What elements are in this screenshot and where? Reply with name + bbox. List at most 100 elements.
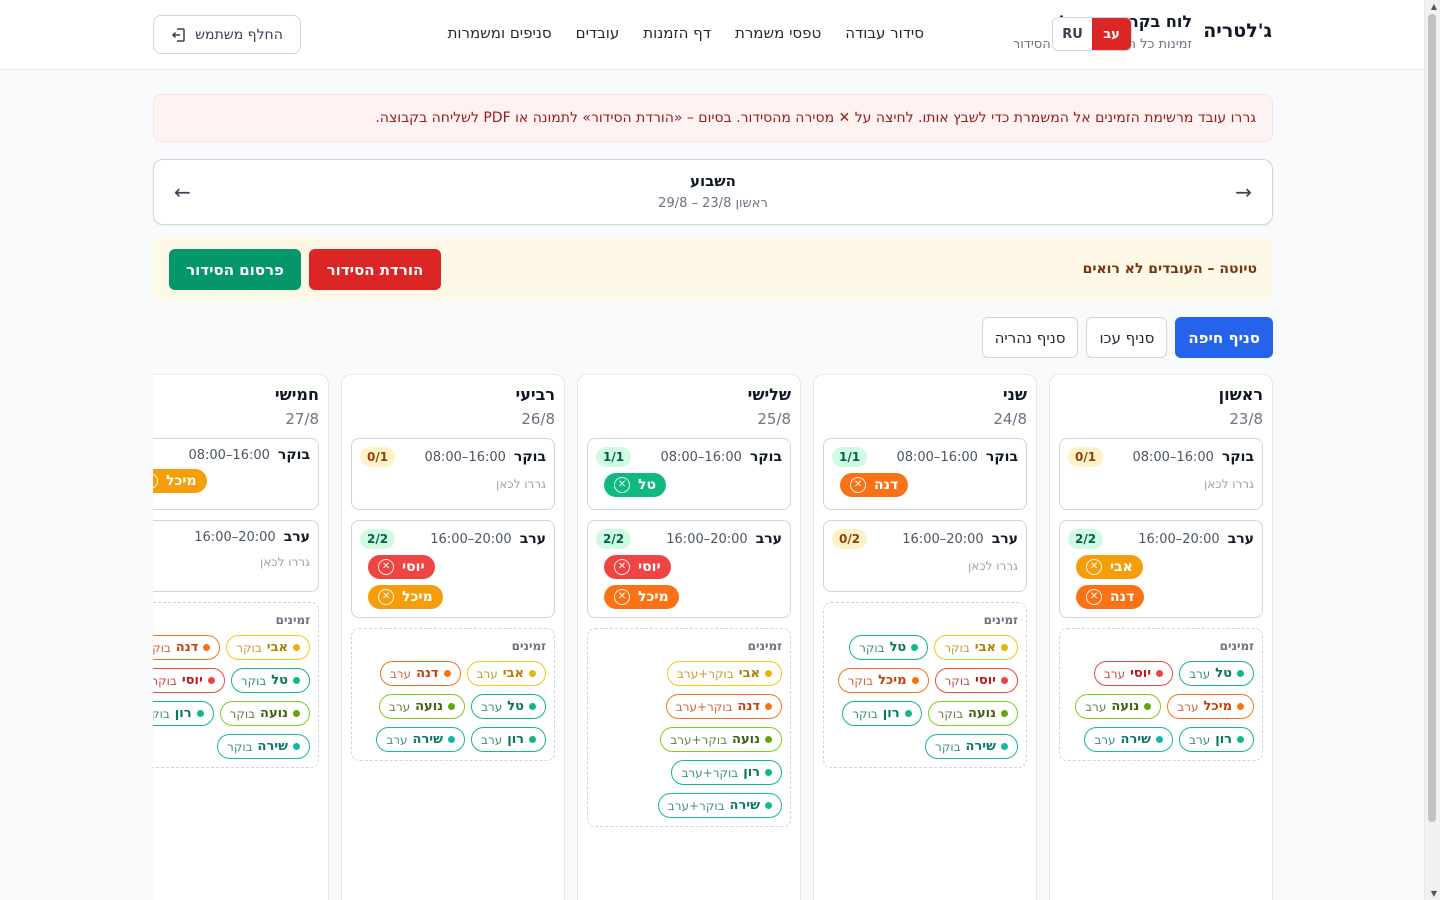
- page-scrollbar[interactable]: ▲ ▼: [1424, 0, 1440, 900]
- available-employee-pill[interactable]: נועה בוקר+ערב: [660, 727, 782, 752]
- shift-dropzone[interactable]: ערב 16:00–20:00 2/2 יוסי ✕ מיכל ✕: [587, 520, 791, 618]
- available-employee-pill[interactable]: נועה ערב: [1075, 694, 1162, 719]
- nav-orders[interactable]: דף הזמנות: [643, 24, 711, 42]
- available-employee-pill[interactable]: טל ערב: [1179, 661, 1254, 686]
- available-employee-pill[interactable]: דנה בוקר: [153, 635, 221, 660]
- branch-tabs: סניף חיפה סניף עכו סניף נהריה: [981, 317, 1273, 358]
- available-employee-name: מיכל: [878, 673, 907, 688]
- assigned-employee-chip[interactable]: מיכל ✕: [368, 585, 443, 609]
- nav-shift-forms[interactable]: טפסי משמרת: [735, 24, 821, 42]
- assigned-employee-chip[interactable]: דנה ✕: [840, 473, 909, 497]
- available-employee-pill[interactable]: שירה ערב: [376, 727, 465, 752]
- available-employee-name: שירה: [257, 739, 288, 754]
- available-employee-time: בוקר+ערב: [681, 765, 739, 780]
- available-employee-pill[interactable]: שירה בוקר: [217, 734, 310, 759]
- shift-dropzone[interactable]: ערב 16:00–20:00 2/2 יוסי ✕ מיכל ✕: [351, 520, 555, 618]
- available-employee-pill[interactable]: טל ערב: [471, 694, 546, 719]
- status-dot-icon: [1001, 677, 1008, 684]
- shift-time: 08:00–16:00: [1132, 449, 1214, 465]
- remove-icon[interactable]: ✕: [1086, 559, 1102, 575]
- available-employee-pill[interactable]: טל בוקר: [849, 635, 929, 660]
- scroll-up-icon[interactable]: ▲: [1431, 2, 1437, 11]
- available-employee-pill[interactable]: מיכל בוקר: [837, 668, 929, 693]
- available-employee-pill[interactable]: שירה בוקר: [925, 734, 1018, 759]
- assigned-employee-chip[interactable]: מיכל ✕: [604, 585, 679, 609]
- available-employee-pill[interactable]: נועה בוקר: [219, 701, 310, 726]
- remove-icon[interactable]: ✕: [378, 559, 394, 575]
- available-employee-time: בוקר: [153, 673, 177, 688]
- available-employee-pill[interactable]: דנה ערב: [379, 661, 461, 686]
- available-employee-pill[interactable]: נועה ערב: [378, 694, 466, 719]
- available-employee-pill[interactable]: רון ערב: [471, 727, 546, 752]
- branch-tab-nahariya[interactable]: סניף נהריה: [981, 317, 1079, 358]
- publish-schedule-button[interactable]: פרסום הסידור: [169, 249, 301, 290]
- available-employee-pill[interactable]: יוסי ערב: [1093, 661, 1174, 686]
- available-employee-pill[interactable]: רון בוקר+ערב: [671, 760, 782, 785]
- shift-dropzone[interactable]: ערב 16:00–20:00 גררו לכאן: [153, 520, 319, 592]
- nav-branches-shifts[interactable]: סניפים ומשמרות: [448, 24, 552, 42]
- available-employee-name: טל: [271, 673, 288, 688]
- available-employee-pill[interactable]: שירה בוקר+ערב: [657, 793, 782, 818]
- available-employee-pill[interactable]: מיכל ערב: [1167, 694, 1254, 719]
- remove-icon[interactable]: ✕: [378, 589, 394, 605]
- lang-he-button[interactable]: עב: [1092, 18, 1131, 50]
- shift-dropzone[interactable]: בוקר 08:00–16:00 1/1 טל ✕: [587, 438, 791, 510]
- available-employee-pill[interactable]: יוסי בוקר: [934, 668, 1018, 693]
- schedule-board: ראשון 23/8 בוקר 08:00–16:00 0/1 גררו לכאן ערב 1…: [153, 374, 1273, 900]
- available-employee-pill[interactable]: רון בוקר: [842, 701, 922, 726]
- shift-fill-badge: 2/2: [1068, 529, 1104, 549]
- day-date: 26/8: [521, 410, 555, 428]
- shift-dropzone[interactable]: בוקר 08:00–16:00 0/1 גררו לכאן: [1059, 438, 1263, 510]
- branch-tab-akko[interactable]: סניף עכו: [1086, 317, 1168, 358]
- available-employee-pill[interactable]: נועה בוקר: [927, 701, 1018, 726]
- available-employee-pill[interactable]: אבי בוקר+ערב: [666, 661, 782, 686]
- shift-header: ערב 16:00–20:00 2/2: [360, 529, 546, 549]
- available-employee-time: בוקר: [153, 640, 171, 655]
- remove-icon[interactable]: ✕: [614, 477, 630, 493]
- shift-dropzone[interactable]: בוקר 08:00–16:00 1/1 דנה ✕: [823, 438, 1027, 510]
- status-dot-icon: [1001, 710, 1008, 717]
- prev-week-arrow-icon[interactable]: ←: [174, 180, 191, 204]
- available-employee-pill[interactable]: טל בוקר: [230, 668, 310, 693]
- available-employee-pill[interactable]: רון ערב: [1179, 727, 1254, 752]
- available-title: זמינים: [511, 639, 546, 653]
- available-employee-pill[interactable]: אבי בוקר: [934, 635, 1018, 660]
- shift-dropzone[interactable]: ערב 16:00–20:00 0/2 גררו לכאן: [823, 520, 1027, 592]
- remove-icon[interactable]: ✕: [614, 559, 630, 575]
- available-employee-pill[interactable]: אבי ערב: [466, 661, 546, 686]
- language-switcher: RU עב: [1052, 17, 1132, 51]
- assigned-employee-chip[interactable]: יוסי ✕: [368, 555, 435, 579]
- assigned-employee-chip[interactable]: טל ✕: [604, 473, 666, 497]
- shift-dropzone[interactable]: ערב 16:00–20:00 2/2 אבי ✕ דנה ✕: [1059, 520, 1263, 618]
- scrollbar-thumb[interactable]: [1428, 14, 1436, 822]
- instructions-text: גררו עובד מרשימת הזמינים אל המשמרת כדי ל…: [375, 110, 1256, 126]
- remove-icon[interactable]: ✕: [1086, 589, 1102, 605]
- available-employee-time: בוקר+ערב: [675, 699, 733, 714]
- day-name: רביעי: [515, 385, 555, 404]
- available-employee-pill[interactable]: יוסי בוקר: [153, 668, 225, 693]
- shift-dropzone[interactable]: בוקר 08:00–16:00 0/1 גררו לכאן: [351, 438, 555, 510]
- assigned-employee-chip[interactable]: אבי ✕: [1076, 555, 1143, 579]
- drop-hint: גררו לכאן: [1203, 477, 1254, 491]
- download-schedule-button[interactable]: הורדת הסידור: [309, 249, 441, 290]
- remove-icon[interactable]: ✕: [614, 589, 630, 605]
- available-employee-pill[interactable]: רון בוקר: [153, 701, 214, 726]
- lang-ru-button[interactable]: RU: [1053, 18, 1092, 50]
- available-employee-pill[interactable]: דנה בוקר+ערב: [665, 694, 782, 719]
- switch-user-button[interactable]: החלף משתמש: [153, 15, 301, 54]
- status-dot-icon: [765, 802, 772, 809]
- scroll-down-icon[interactable]: ▼: [1431, 889, 1437, 898]
- remove-icon[interactable]: ✕: [153, 473, 158, 489]
- available-employee-pill[interactable]: שירה ערב: [1084, 727, 1173, 752]
- remove-icon[interactable]: ✕: [850, 477, 866, 493]
- assigned-employee-name: אבי: [1110, 559, 1133, 575]
- nav-employees[interactable]: עובדים: [576, 24, 620, 42]
- assigned-employee-chip[interactable]: מיכל ✕: [153, 469, 207, 493]
- assigned-employee-chip[interactable]: יוסי ✕: [604, 555, 671, 579]
- branch-tab-haifa[interactable]: סניף חיפה: [1175, 317, 1273, 358]
- nav-schedule[interactable]: סידור עבודה: [845, 24, 924, 42]
- assigned-employee-name: יוסי: [402, 559, 425, 575]
- assigned-employee-chip[interactable]: דנה ✕: [1076, 585, 1145, 609]
- available-employee-pill[interactable]: אבי בוקר: [226, 635, 310, 660]
- shift-dropzone[interactable]: בוקר 08:00–16:00 מיכל ✕: [153, 438, 319, 510]
